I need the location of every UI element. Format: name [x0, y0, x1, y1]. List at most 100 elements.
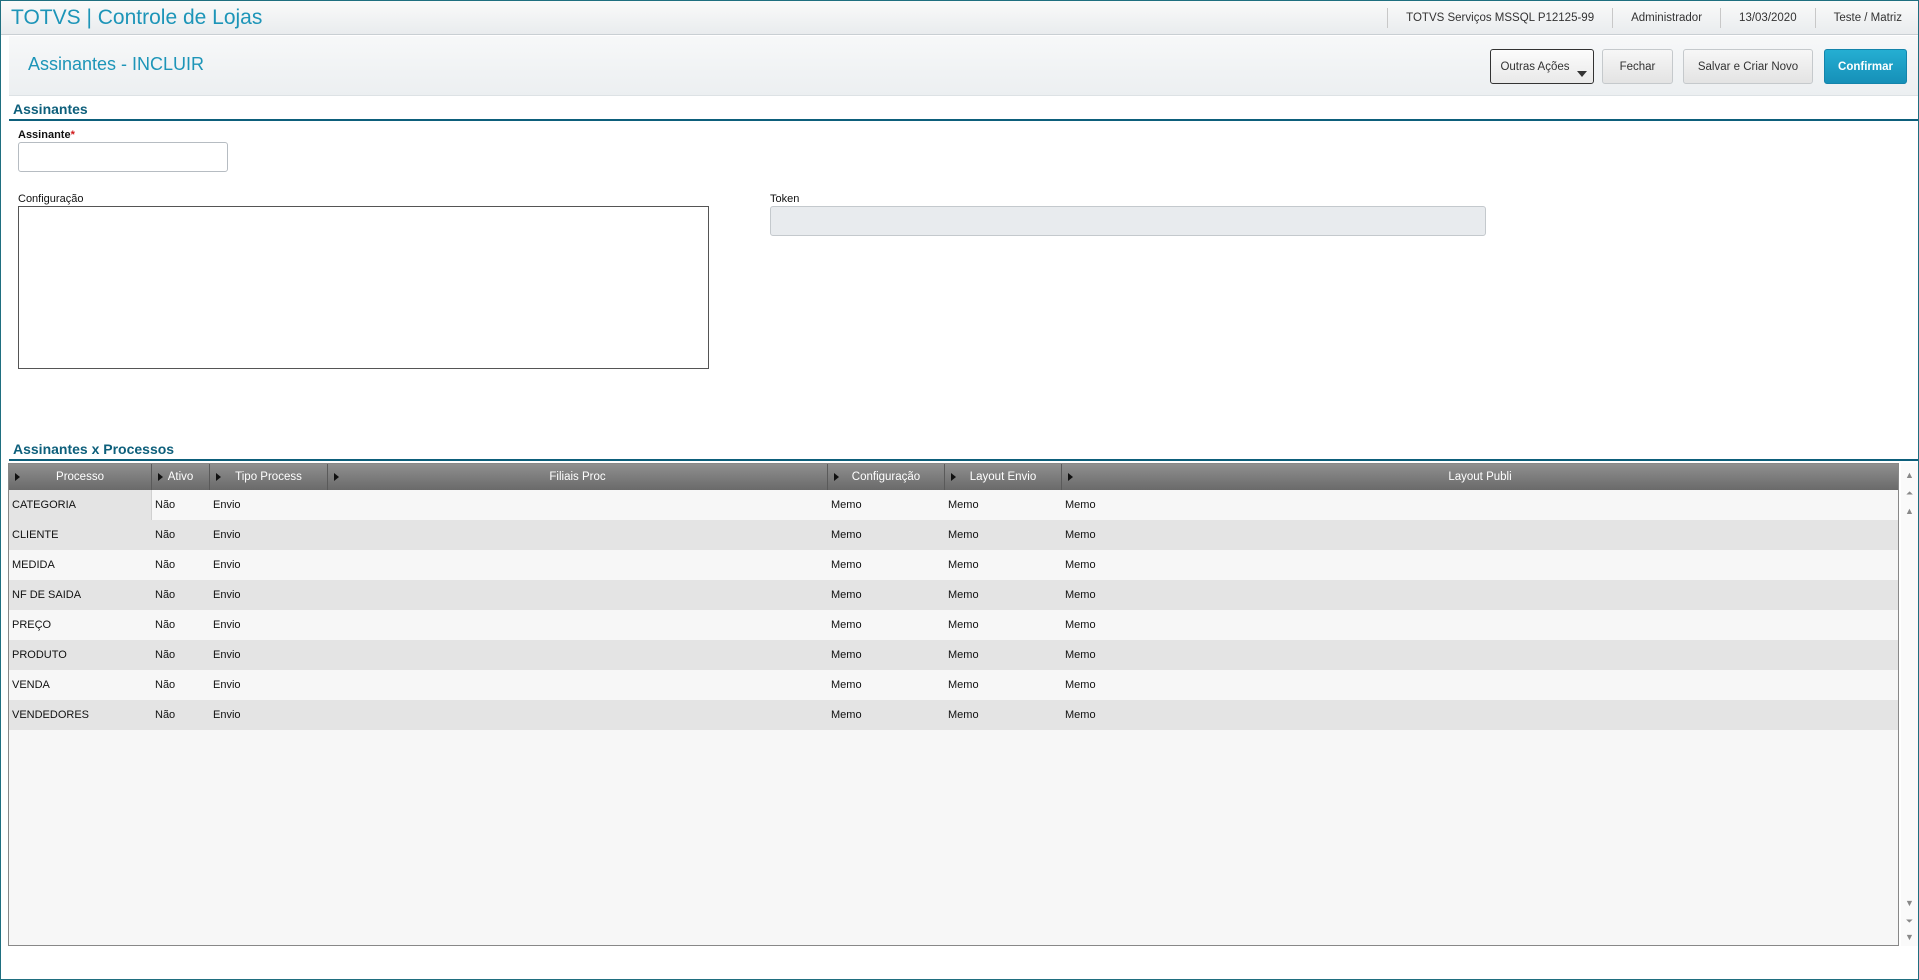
table-row[interactable]: CLIENTE Não Envio Memo Memo Memo — [9, 520, 1898, 550]
cell-tipo-process[interactable]: Envio — [210, 580, 328, 610]
cell-configuracao[interactable]: Memo — [828, 700, 945, 730]
cell-processo[interactable]: VENDEDORES — [9, 700, 152, 730]
cell-tipo-process[interactable]: Envio — [210, 610, 328, 640]
cell-processo[interactable]: CATEGORIA — [9, 490, 152, 520]
column-header-processo[interactable]: Processo — [9, 464, 152, 490]
cell-ativo[interactable]: Não — [152, 700, 210, 730]
cell-ativo[interactable]: Não — [152, 670, 210, 700]
table-row[interactable]: CATEGORIA Não Envio Memo Memo Memo — [9, 490, 1898, 520]
cell-filiais-proc[interactable] — [328, 490, 828, 520]
cell-tipo-process[interactable]: Envio — [210, 640, 328, 670]
table-row[interactable]: PRODUTO Não Envio Memo Memo Memo — [9, 640, 1898, 670]
cell-processo[interactable]: CLIENTE — [9, 520, 152, 550]
cell-processo[interactable]: PREÇO — [9, 610, 152, 640]
cell-ativo[interactable]: Não — [152, 640, 210, 670]
column-header-layout-envio[interactable]: Layout Envio — [945, 464, 1062, 490]
cell-tipo-process[interactable]: Envio — [210, 700, 328, 730]
cell-layout-envio[interactable]: Memo — [945, 580, 1062, 610]
cell-ativo[interactable]: Não — [152, 520, 210, 550]
cell-configuracao[interactable]: Memo — [828, 610, 945, 640]
cell-processo[interactable]: PRODUTO — [9, 640, 152, 670]
cell-layout-publi[interactable]: Memo — [1062, 640, 1898, 670]
cell-tipo-process[interactable]: Envio — [210, 670, 328, 700]
cell-layout-envio[interactable]: Memo — [945, 700, 1062, 730]
column-header-label: Tipo Process — [235, 471, 302, 483]
cell-layout-envio[interactable]: Memo — [945, 610, 1062, 640]
cell-layout-publi[interactable]: Memo — [1062, 520, 1898, 550]
user-label[interactable]: Administrador — [1612, 8, 1720, 28]
cell-tipo-process[interactable]: Envio — [210, 520, 328, 550]
scroll-up-icon[interactable]: ▲ — [1903, 504, 1916, 518]
cell-tipo-process[interactable]: Envio — [210, 550, 328, 580]
cell-filiais-proc[interactable] — [328, 550, 828, 580]
scroll-page-up-icon[interactable]: ⏶ — [1903, 486, 1916, 500]
cell-layout-publi[interactable]: Memo — [1062, 670, 1898, 700]
cell-filiais-proc[interactable] — [328, 520, 828, 550]
cell-layout-publi[interactable]: Memo — [1062, 610, 1898, 640]
cell-tipo-process[interactable]: Envio — [210, 490, 328, 520]
assinante-input[interactable] — [18, 142, 228, 172]
token-input — [770, 206, 1486, 236]
cell-configuracao[interactable]: Memo — [828, 670, 945, 700]
cell-configuracao[interactable]: Memo — [828, 490, 945, 520]
cell-filiais-proc[interactable] — [328, 580, 828, 610]
scroll-down-icon[interactable]: ▼ — [1903, 896, 1916, 910]
table-row[interactable]: PREÇO Não Envio Memo Memo Memo — [9, 610, 1898, 640]
close-button[interactable]: Fechar — [1602, 49, 1673, 84]
column-header-label: Layout Envio — [969, 471, 1037, 483]
column-header-ativo[interactable]: Ativo — [152, 464, 210, 490]
configuracao-label: Configuração — [18, 193, 84, 205]
cell-filiais-proc[interactable] — [328, 670, 828, 700]
branch-label[interactable]: Teste / Matriz — [1814, 8, 1908, 28]
cell-processo[interactable]: VENDA — [9, 670, 152, 700]
cell-ativo[interactable]: Não — [152, 580, 210, 610]
grid-header: Processo Ativo Tipo Process Filiais Proc… — [9, 464, 1898, 490]
column-header-layout-publi[interactable]: Layout Publi — [1062, 464, 1898, 490]
cell-layout-publi[interactable]: Memo — [1062, 550, 1898, 580]
cell-layout-envio[interactable]: Memo — [945, 550, 1062, 580]
grid-scrollbar[interactable]: ▲ ⏶ ▲ ▼ ⏷ ▼ — [1901, 463, 1918, 946]
cell-layout-publi[interactable]: Memo — [1062, 700, 1898, 730]
cell-layout-envio[interactable]: Memo — [945, 490, 1062, 520]
other-actions-label: Outras Ações — [1500, 60, 1570, 73]
cell-filiais-proc[interactable] — [328, 700, 828, 730]
cell-configuracao[interactable]: Memo — [828, 520, 945, 550]
cell-ativo[interactable]: Não — [152, 490, 210, 520]
cell-configuracao[interactable]: Memo — [828, 580, 945, 610]
column-header-configuracao[interactable]: Configuração — [828, 464, 945, 490]
cell-layout-envio[interactable]: Memo — [945, 670, 1062, 700]
scroll-page-down-icon[interactable]: ⏷ — [1903, 914, 1916, 928]
scroll-bottom-icon[interactable]: ▼ — [1903, 930, 1916, 944]
cell-layout-envio[interactable]: Memo — [945, 640, 1062, 670]
cell-configuracao[interactable]: Memo — [828, 550, 945, 580]
configuracao-textarea[interactable] — [18, 206, 709, 369]
table-row[interactable]: VENDEDORES Não Envio Memo Memo Memo — [9, 700, 1898, 730]
section-title-processos: Assinantes x Processos — [13, 441, 175, 457]
cell-ativo[interactable]: Não — [152, 610, 210, 640]
top-bar: TOTVS | Controle de Lojas TOTVS Serviços… — [1, 1, 1918, 35]
table-row[interactable]: MEDIDA Não Envio Memo Memo Memo — [9, 550, 1898, 580]
column-arrow-icon — [1068, 473, 1073, 481]
cell-layout-publi[interactable]: Memo — [1062, 580, 1898, 610]
other-actions-button[interactable]: Outras Ações — [1490, 49, 1594, 84]
required-mark: * — [70, 129, 75, 141]
cell-ativo[interactable]: Não — [152, 550, 210, 580]
column-header-label: Ativo — [167, 471, 194, 483]
column-header-tipo-process[interactable]: Tipo Process — [210, 464, 328, 490]
session-info: TOTVS Serviços MSSQL P12125-99 Administr… — [1387, 1, 1908, 35]
column-arrow-icon — [158, 473, 163, 481]
cell-filiais-proc[interactable] — [328, 610, 828, 640]
cell-configuracao[interactable]: Memo — [828, 640, 945, 670]
confirm-button[interactable]: Confirmar — [1824, 49, 1907, 84]
cell-processo[interactable]: NF DE SAIDA — [9, 580, 152, 610]
scroll-top-icon[interactable]: ▲ — [1903, 468, 1916, 482]
cell-layout-publi[interactable]: Memo — [1062, 490, 1898, 520]
save-and-new-button[interactable]: Salvar e Criar Novo — [1683, 49, 1813, 84]
cell-layout-envio[interactable]: Memo — [945, 520, 1062, 550]
table-row[interactable]: NF DE SAIDA Não Envio Memo Memo Memo — [9, 580, 1898, 610]
cell-processo[interactable]: MEDIDA — [9, 550, 152, 580]
processes-grid[interactable]: Processo Ativo Tipo Process Filiais Proc… — [8, 463, 1899, 946]
cell-filiais-proc[interactable] — [328, 640, 828, 670]
column-header-filiais-proc[interactable]: Filiais Proc — [328, 464, 828, 490]
table-row[interactable]: VENDA Não Envio Memo Memo Memo — [9, 670, 1898, 700]
